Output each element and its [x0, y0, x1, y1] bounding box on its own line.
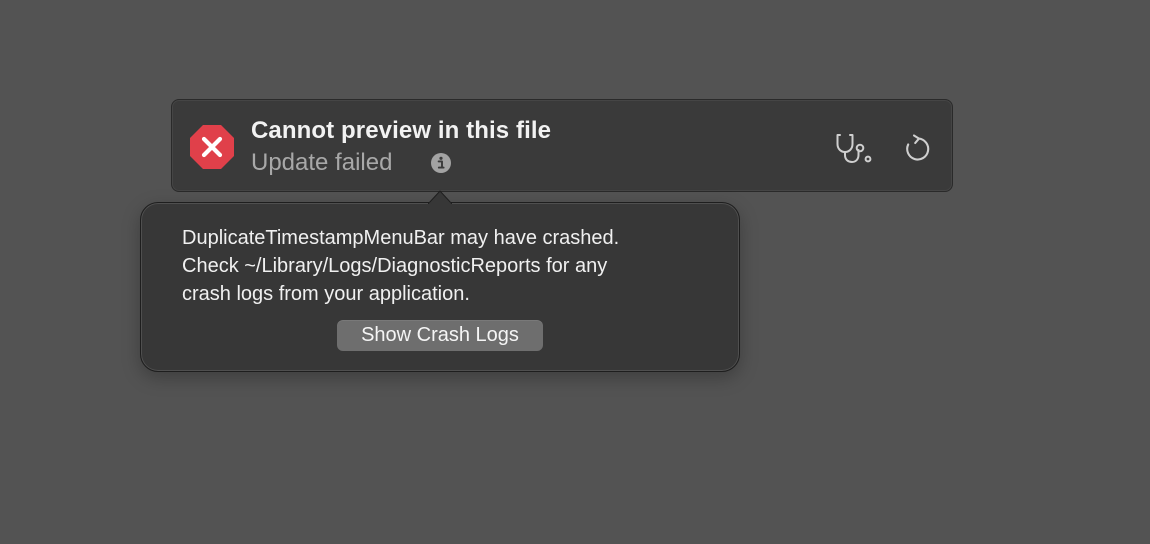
refresh-icon — [906, 134, 930, 161]
crash-message-line: crash logs from your application. — [182, 283, 470, 305]
preview-canvas: Cannot preview in this file Update faile… — [0, 0, 1150, 544]
info-icon[interactable] — [430, 152, 452, 174]
popover-arrow — [428, 190, 452, 204]
crash-message: DuplicateTimestampMenuBar may have crash… — [182, 224, 722, 308]
stop-error-icon — [190, 125, 234, 169]
stethoscope-icon — [836, 134, 872, 164]
show-crash-logs-button[interactable]: Show Crash Logs — [337, 320, 543, 351]
crash-message-line: DuplicateTimestampMenuBar may have crash… — [182, 227, 620, 249]
banner-title: Cannot preview in this file — [251, 117, 552, 144]
banner-subtitle: Update failed — [251, 149, 393, 176]
diagnostics-button[interactable] — [833, 128, 873, 168]
crash-info-popover: DuplicateTimestampMenuBar may have crash… — [140, 190, 740, 372]
refresh-button[interactable] — [897, 128, 937, 168]
crash-message-line: Check ~/Library/Logs/DiagnosticReports f… — [182, 255, 608, 277]
preview-error-banner: Cannot preview in this file Update faile… — [171, 99, 953, 192]
